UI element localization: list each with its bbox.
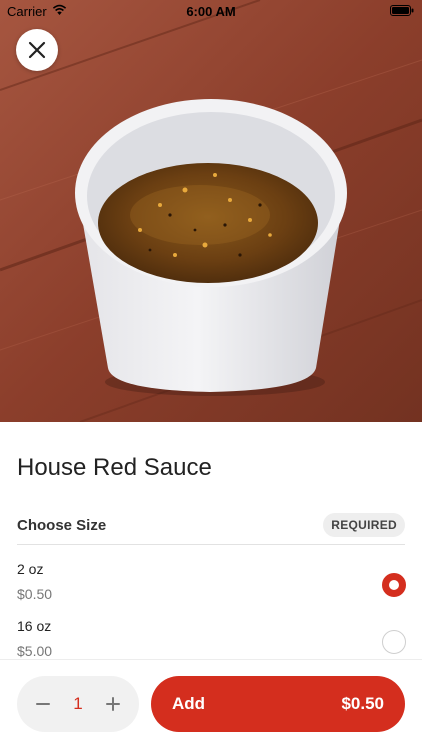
close-icon: [28, 41, 46, 59]
option-name: 2 oz: [17, 561, 44, 577]
increase-button[interactable]: [91, 676, 135, 732]
clock: 6:00 AM: [186, 4, 236, 19]
add-price: $0.50: [341, 694, 384, 713]
option-name: 16 oz: [17, 618, 52, 634]
radio-selected[interactable]: [382, 573, 406, 597]
bottom-bar: 1 Add $0.50: [0, 659, 422, 750]
radio-unselected[interactable]: [382, 630, 406, 654]
decrease-button[interactable]: [21, 676, 65, 732]
option-price: $0.50: [17, 586, 53, 602]
choose-size-title: Choose Size: [17, 517, 107, 534]
quantity-stepper: 1: [17, 676, 139, 732]
item-photo: [0, 0, 422, 422]
divider: [17, 544, 405, 545]
quantity-value: 1: [73, 694, 83, 713]
item-title: House Red Sauce: [17, 454, 212, 481]
option-price: $5.00: [17, 643, 53, 659]
minus-icon: [36, 703, 50, 705]
required-badge: REQUIRED: [323, 513, 405, 537]
sauce-cup-illustration: [0, 0, 422, 422]
status-bar: Carrier 6:00 AM: [0, 0, 422, 22]
battery-icon: [390, 5, 414, 16]
add-to-cart-button[interactable]: Add $0.50: [151, 676, 405, 732]
add-label: Add: [172, 694, 206, 713]
size-option-2oz[interactable]: 2 oz $0.50: [0, 561, 422, 613]
plus-icon: [106, 697, 120, 711]
close-button[interactable]: [16, 29, 58, 71]
